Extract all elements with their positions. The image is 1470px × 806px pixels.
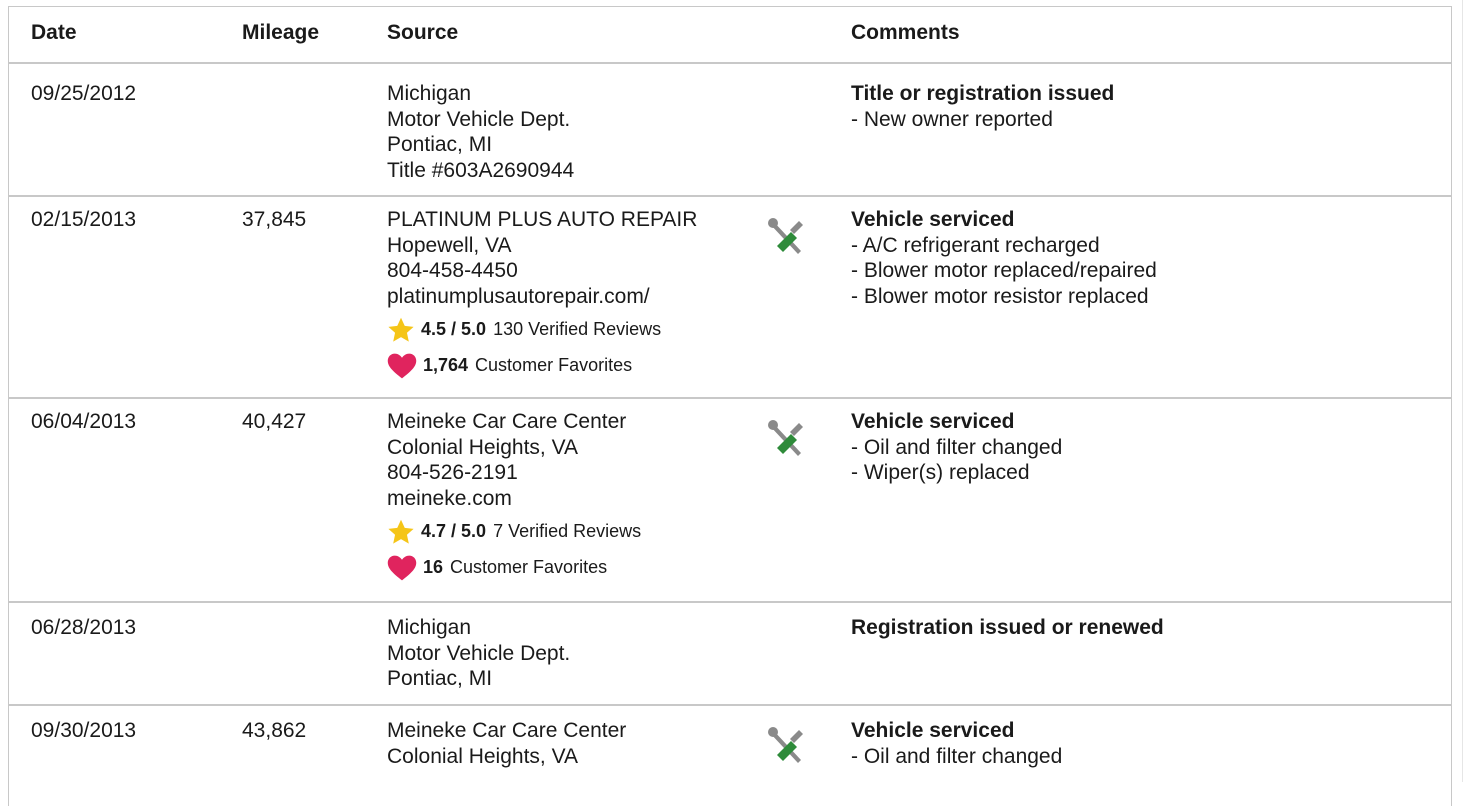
star-icon bbox=[388, 317, 414, 342]
source-name: PLATINUM PLUS AUTO REPAIR bbox=[387, 208, 698, 231]
row-mileage: 37,845 bbox=[242, 208, 307, 231]
header-date: Date bbox=[31, 21, 77, 44]
row-mileage: 40,427 bbox=[242, 410, 307, 433]
heart-icon bbox=[387, 353, 417, 379]
vehicle-history-table: Date Mileage Source Comments 09/25/2012 … bbox=[8, 6, 1452, 806]
comment-item: - New owner reported bbox=[851, 107, 1053, 131]
row-comments: Title or registration issued - New owner… bbox=[851, 81, 1114, 132]
header-comments: Comments bbox=[851, 21, 960, 44]
row-date: 09/25/2012 bbox=[31, 82, 137, 105]
comment-item: - Oil and filter changed bbox=[851, 744, 1063, 768]
star-icon bbox=[388, 519, 414, 544]
row-source: Michigan Motor Vehicle Dept. Pontiac, MI bbox=[387, 615, 570, 692]
row-comments: Registration issued or renewed bbox=[851, 615, 1164, 641]
rating-score: 4.7 / 5.0 bbox=[421, 521, 487, 542]
header-source: Source bbox=[387, 21, 459, 44]
rating-reviews: 130 Verified Reviews bbox=[493, 319, 662, 340]
scrollbar[interactable] bbox=[1462, 0, 1470, 782]
comment-item: - Blower motor replaced/repaired bbox=[851, 259, 1157, 282]
table-row: 09/25/2012 Michigan Motor Vehicle Dept. … bbox=[9, 64, 1451, 197]
comment-title: Title or registration issued bbox=[851, 82, 1115, 105]
comment-item: - Oil and filter changed bbox=[851, 435, 1063, 459]
rating[interactable]: 4.7 / 5.0 7 Verified Reviews bbox=[387, 518, 641, 546]
comment-title: Vehicle serviced bbox=[851, 208, 1015, 231]
source-name: Meineke Car Care Center bbox=[387, 410, 627, 433]
favorites-label: Customer Favorites bbox=[450, 557, 608, 578]
row-comments: Vehicle serviced - Oil and filter change… bbox=[851, 718, 1062, 769]
row-mileage: 43,862 bbox=[242, 719, 307, 742]
source-phone: 804-458-4450 bbox=[387, 259, 518, 282]
service-tools-icon bbox=[767, 217, 811, 257]
source-line: Motor Vehicle Dept. bbox=[387, 107, 571, 131]
heart-icon bbox=[387, 555, 417, 581]
row-comments: Vehicle serviced - A/C refrigerant recha… bbox=[851, 207, 1157, 309]
service-tools-icon bbox=[767, 726, 811, 766]
favorites-count: 16 bbox=[423, 557, 444, 578]
rating-score: 4.5 / 5.0 bbox=[421, 319, 487, 340]
row-source: PLATINUM PLUS AUTO REPAIR Hopewell, VA 8… bbox=[387, 207, 697, 380]
rating[interactable]: 4.5 / 5.0 130 Verified Reviews bbox=[387, 316, 697, 344]
table-row: 02/15/2013 37,845 PLATINUM PLUS AUTO REP… bbox=[9, 197, 1451, 399]
comment-item: - Wiper(s) replaced bbox=[851, 461, 1030, 484]
row-date: 06/28/2013 bbox=[31, 616, 137, 639]
rating-reviews: 7 Verified Reviews bbox=[493, 521, 642, 542]
header-mileage: Mileage bbox=[242, 21, 320, 44]
source-line: Motor Vehicle Dept. bbox=[387, 641, 571, 665]
favorites[interactable]: 1,764 Customer Favorites bbox=[387, 352, 697, 380]
row-source: Meineke Car Care Center Colonial Heights… bbox=[387, 409, 641, 582]
table-row: 09/30/2013 43,862 Meineke Car Care Cente… bbox=[9, 706, 1451, 806]
source-location: Colonial Heights, VA bbox=[387, 744, 579, 768]
comment-item: - A/C refrigerant recharged bbox=[851, 233, 1100, 257]
comment-title: Registration issued or renewed bbox=[851, 616, 1164, 639]
source-line: Michigan bbox=[387, 616, 472, 639]
comment-title: Vehicle serviced bbox=[851, 719, 1015, 742]
comment-item: - Blower motor resistor replaced bbox=[851, 284, 1149, 308]
table-header: Date Mileage Source Comments bbox=[9, 7, 1451, 64]
source-website-link[interactable]: meineke.com bbox=[387, 486, 641, 512]
source-website-link[interactable]: platinumplusautorepair.com/ bbox=[387, 284, 697, 310]
source-line: Michigan bbox=[387, 82, 472, 105]
row-date: 09/30/2013 bbox=[31, 719, 137, 742]
source-line: Pontiac, MI bbox=[387, 667, 493, 690]
source-name: Meineke Car Care Center bbox=[387, 719, 627, 742]
row-date: 02/15/2013 bbox=[31, 208, 137, 231]
row-source: Meineke Car Care Center Colonial Heights… bbox=[387, 718, 626, 769]
table-row: 06/28/2013 Michigan Motor Vehicle Dept. … bbox=[9, 603, 1451, 706]
favorites[interactable]: 16 Customer Favorites bbox=[387, 554, 641, 582]
favorites-count: 1,764 bbox=[423, 355, 469, 376]
source-phone: 804-526-2191 bbox=[387, 461, 518, 484]
source-line: Pontiac, MI bbox=[387, 133, 493, 156]
favorites-label: Customer Favorites bbox=[475, 355, 633, 376]
service-tools-icon bbox=[767, 419, 811, 459]
row-comments: Vehicle serviced - Oil and filter change… bbox=[851, 409, 1062, 486]
row-source: Michigan Motor Vehicle Dept. Pontiac, MI… bbox=[387, 81, 574, 183]
source-line: Title #603A2690944 bbox=[387, 158, 575, 182]
row-date: 06/04/2013 bbox=[31, 410, 137, 433]
table-row: 06/04/2013 40,427 Meineke Car Care Cente… bbox=[9, 399, 1451, 603]
source-location: Colonial Heights, VA bbox=[387, 435, 579, 459]
source-location: Hopewell, VA bbox=[387, 233, 512, 257]
comment-title: Vehicle serviced bbox=[851, 410, 1015, 433]
